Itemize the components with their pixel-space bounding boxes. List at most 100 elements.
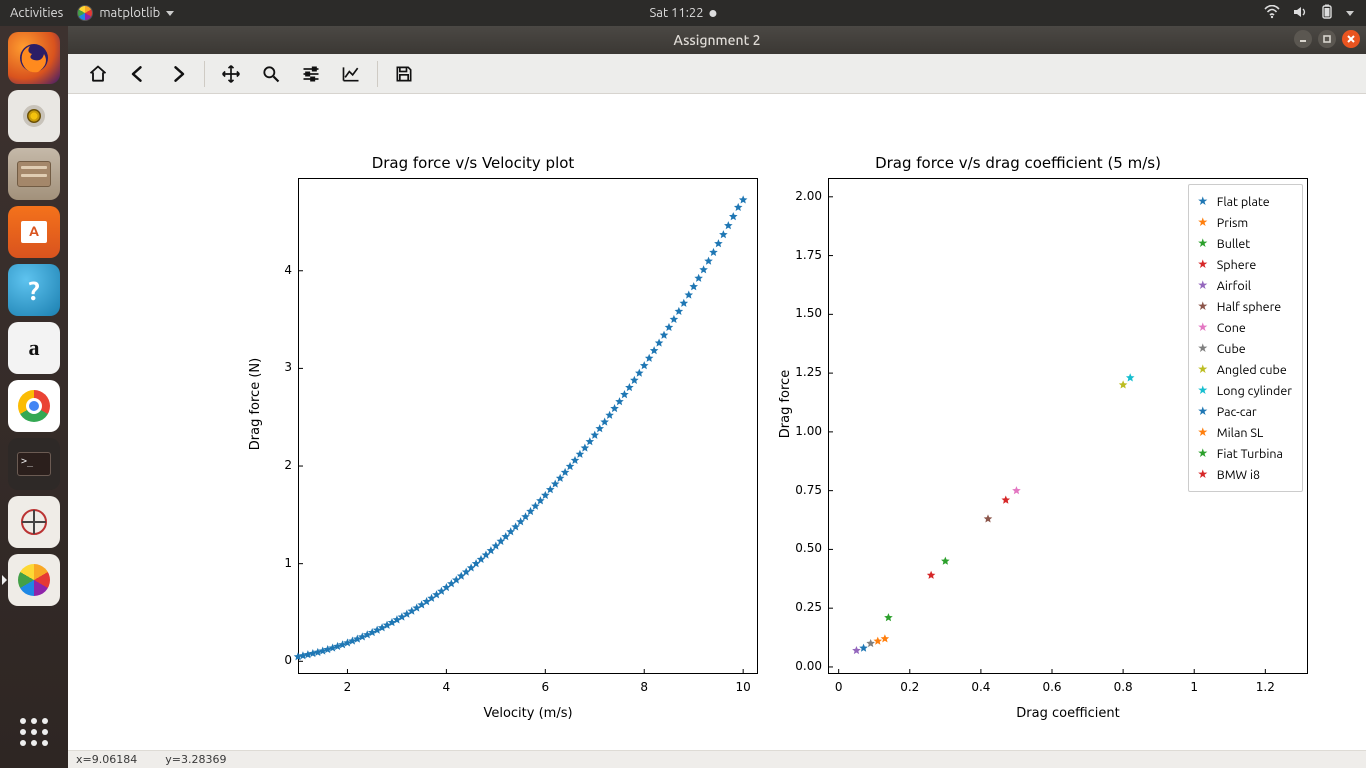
toolbar-zoom-button[interactable] bbox=[251, 57, 291, 91]
figure-statusbar: x=9.06184 y=3.28369 bbox=[68, 750, 1366, 768]
volume-icon bbox=[1292, 5, 1308, 22]
status-y-value: 3.28369 bbox=[181, 753, 227, 766]
dock-rhythmbox[interactable] bbox=[8, 90, 60, 142]
x-axis-label: Velocity (m/s) bbox=[298, 706, 758, 721]
figure-canvas[interactable]: Drag force v/s Velocity plot Velocity (m… bbox=[68, 94, 1366, 750]
dock-chrome[interactable] bbox=[8, 380, 60, 432]
y-tick-label: 1.00 bbox=[788, 424, 822, 438]
activities-button[interactable]: Activities bbox=[10, 6, 63, 20]
plot-data-layer bbox=[298, 178, 758, 674]
legend-label: Angled cube bbox=[1217, 363, 1287, 377]
safe-icon bbox=[18, 506, 50, 538]
y-tick-label: 1.75 bbox=[788, 248, 822, 262]
app-menu-label: matplotlib bbox=[99, 6, 160, 20]
amazon-icon: a bbox=[29, 335, 40, 361]
legend-marker-icon: ★ bbox=[1197, 322, 1209, 334]
legend-entry: ★Fiat Turbina bbox=[1197, 443, 1292, 464]
ubuntu-dock: ? a >_ bbox=[0, 26, 68, 768]
toolbar-home-button[interactable] bbox=[78, 57, 118, 91]
firefox-icon bbox=[16, 40, 52, 76]
legend-label: Airfoil bbox=[1217, 279, 1251, 293]
legend-label: Pac-car bbox=[1217, 405, 1257, 419]
x-tick-label: 4 bbox=[436, 680, 456, 694]
window-close-button[interactable] bbox=[1342, 30, 1360, 48]
legend-entry: ★ Airfoil bbox=[1197, 275, 1292, 296]
dock-amazon[interactable]: a bbox=[8, 322, 60, 374]
legend-label: Cube bbox=[1217, 342, 1246, 356]
gnome-top-bar: Activities matplotlib Sat 11:22 bbox=[0, 0, 1366, 26]
dock-help[interactable]: ? bbox=[8, 264, 60, 316]
legend-marker-icon: ★ bbox=[1197, 238, 1209, 250]
legend-entry: ★ Cone bbox=[1197, 317, 1292, 338]
dock-dejadup[interactable] bbox=[8, 496, 60, 548]
legend-entry: ★ Bullet bbox=[1197, 233, 1292, 254]
plot-title: Drag force v/s Velocity plot bbox=[188, 154, 758, 172]
chevron-down-icon bbox=[1346, 11, 1354, 16]
x-tick-label: 0 bbox=[829, 680, 849, 694]
toolbar-save-button[interactable] bbox=[384, 57, 424, 91]
legend-marker-icon: ★ bbox=[1197, 217, 1209, 229]
y-tick-label: 2 bbox=[258, 458, 292, 472]
x-tick-label: 2 bbox=[337, 680, 357, 694]
x-tick-label: 8 bbox=[634, 680, 654, 694]
matplotlib-icon bbox=[18, 564, 50, 596]
sliders-icon bbox=[301, 64, 321, 84]
notification-dot-icon bbox=[710, 10, 717, 17]
legend-label: Long cylinder bbox=[1217, 384, 1292, 398]
y-tick-label: 0 bbox=[258, 653, 292, 667]
dock-show-applications[interactable] bbox=[8, 706, 60, 758]
y-tick-label: 0.00 bbox=[788, 659, 822, 673]
legend-label: Cone bbox=[1217, 321, 1246, 335]
file-drawer-icon bbox=[17, 161, 51, 187]
floppy-disk-icon bbox=[394, 64, 414, 84]
matplotlib-toolbar bbox=[68, 54, 1366, 94]
toolbar-back-button[interactable] bbox=[118, 57, 158, 91]
window-minimize-button[interactable] bbox=[1294, 30, 1312, 48]
legend-marker-icon: ★ bbox=[1197, 385, 1209, 397]
dock-terminal[interactable]: >_ bbox=[8, 438, 60, 490]
legend-marker-icon: ★ bbox=[1197, 343, 1209, 355]
x-tick-label: 0.6 bbox=[1042, 680, 1062, 694]
window-maximize-button[interactable] bbox=[1318, 30, 1336, 48]
y-tick-label: 0.25 bbox=[788, 600, 822, 614]
legend-label: Milan SL bbox=[1217, 426, 1264, 440]
x-tick-label: 1.2 bbox=[1255, 680, 1275, 694]
toolbar-forward-button[interactable] bbox=[158, 57, 198, 91]
plot-coefficient: Drag force v/s drag coefficient (5 m/s) … bbox=[708, 154, 1328, 714]
dock-matplotlib-figure[interactable] bbox=[8, 554, 60, 606]
legend-marker-icon: ★ bbox=[1197, 364, 1209, 376]
x-axis-label: Drag coefficient bbox=[828, 706, 1308, 721]
legend-entry: ★ Long cylinder bbox=[1197, 380, 1292, 401]
y-tick-label: 3 bbox=[258, 360, 292, 374]
legend-entry: ★BMW i8 bbox=[1197, 464, 1292, 485]
legend-label: BMW i8 bbox=[1217, 468, 1260, 482]
legend-entry: ★ Cube bbox=[1197, 338, 1292, 359]
toolbar-configure-subplots-button[interactable] bbox=[291, 57, 331, 91]
toolbar-edit-axes-button[interactable] bbox=[331, 57, 371, 91]
dock-firefox[interactable] bbox=[8, 32, 60, 84]
plot-legend: ★Flat plate★Prism★Bullet★Sphere★Airfoil★… bbox=[1188, 184, 1303, 492]
apps-grid-icon bbox=[20, 718, 48, 746]
matplotlib-window: Assignment 2 Drag force v/s Velocity plo… bbox=[68, 26, 1366, 768]
x-tick-label: 6 bbox=[535, 680, 555, 694]
legend-marker-icon: ★ bbox=[1197, 196, 1209, 208]
window-titlebar[interactable]: Assignment 2 bbox=[68, 26, 1366, 54]
legend-marker-icon: ★ bbox=[1197, 259, 1209, 271]
legend-marker-icon: ★ bbox=[1197, 280, 1209, 292]
legend-marker-icon: ★ bbox=[1197, 427, 1209, 439]
x-tick-label: 0.8 bbox=[1113, 680, 1133, 694]
dock-files[interactable] bbox=[8, 148, 60, 200]
legend-marker-icon: ★ bbox=[1197, 301, 1209, 313]
app-menu[interactable]: matplotlib bbox=[77, 5, 174, 21]
clock[interactable]: Sat 11:22 bbox=[649, 6, 716, 20]
battery-icon bbox=[1320, 4, 1334, 23]
legend-label: Half sphere bbox=[1217, 300, 1281, 314]
window-title: Assignment 2 bbox=[674, 32, 761, 48]
legend-entry: ★ Angled cube bbox=[1197, 359, 1292, 380]
arrow-left-icon bbox=[128, 64, 148, 84]
terminal-icon: >_ bbox=[17, 452, 51, 476]
legend-label: Bullet bbox=[1217, 237, 1250, 251]
dock-ubuntu-software[interactable] bbox=[8, 206, 60, 258]
system-status-area[interactable] bbox=[1264, 4, 1366, 23]
toolbar-pan-button[interactable] bbox=[211, 57, 251, 91]
